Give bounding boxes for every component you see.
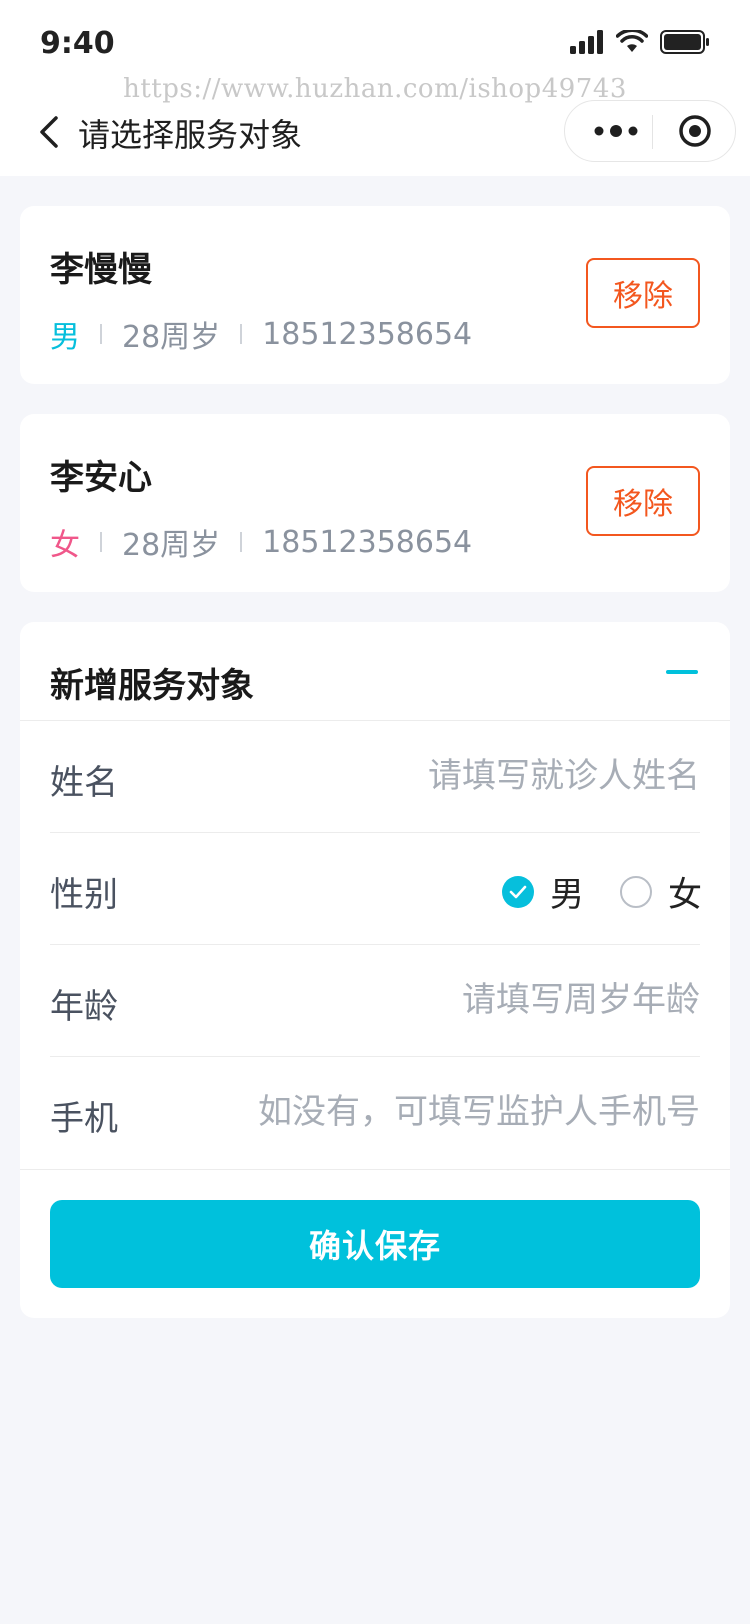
form-title: 新增服务对象 [50,666,254,706]
patient-phone: 18512358654 [262,316,473,352]
check-icon [509,885,527,898]
patient-gender: 女 [50,528,80,563]
patient-card: 李安心 女 28周岁 18512358654 移除 [20,414,730,592]
info-separator [240,324,243,344]
battery-icon [660,30,709,54]
gender-row: 性别 男 女 [50,833,702,945]
age-label: 年龄 [50,987,118,1027]
status-icons [570,30,710,54]
gender-option-label: 女 [668,875,702,915]
capsule-divider [652,115,653,149]
back-icon[interactable] [34,112,64,152]
patient-age: 28周岁 [122,528,221,563]
wifi-icon [616,30,648,52]
patient-phone: 18512358654 [262,524,473,560]
phone-label: 手机 [50,1099,118,1139]
gender-option-label: 男 [550,875,584,915]
patient-info: 男 28周岁 18512358654 [50,312,472,356]
signal-icon [570,30,603,54]
age-input[interactable] [180,975,700,1025]
mini-program-capsule [564,100,736,162]
info-separator [100,532,102,552]
gender-option-male[interactable]: 男 [502,867,584,916]
divider [20,1169,730,1170]
age-row: 年龄 [50,945,700,1057]
phone-input[interactable] [180,1087,700,1137]
patient-name: 李安心 [50,458,152,498]
close-target-icon[interactable] [673,101,717,161]
info-separator [240,532,243,552]
more-icon[interactable] [585,101,649,161]
status-time: 9:40 [40,26,115,61]
page-title: 请选择服务对象 [78,116,303,154]
patient-name: 李慢慢 [50,250,152,290]
name-label: 姓名 [50,763,118,803]
add-patient-form: 新增服务对象 姓名 性别 男 女 年龄 [20,622,730,1318]
gender-option-female[interactable]: 女 [620,867,702,916]
radio-unchecked-icon [620,875,652,908]
gender-label: 性别 [50,875,118,915]
top-bar: 9:40 https://www.huzhan.com/ishop49743 请… [0,0,750,176]
collapse-minus-icon[interactable] [666,670,698,676]
name-row: 姓名 [50,721,700,833]
radio-checked-icon [502,875,534,908]
patient-age: 28周岁 [122,320,221,355]
patient-card: 李慢慢 男 28周岁 18512358654 移除 [20,206,730,384]
remove-button[interactable]: 移除 [586,466,700,536]
patient-info: 女 28周岁 18512358654 [50,520,472,564]
remove-button[interactable]: 移除 [586,258,700,328]
patient-gender: 男 [50,320,80,355]
gender-radio-group: 男 女 [466,867,702,916]
phone-row: 手机 [50,1057,700,1169]
confirm-save-button[interactable]: 确认保存 [50,1200,700,1288]
info-separator [100,324,102,344]
name-input[interactable] [180,751,700,801]
